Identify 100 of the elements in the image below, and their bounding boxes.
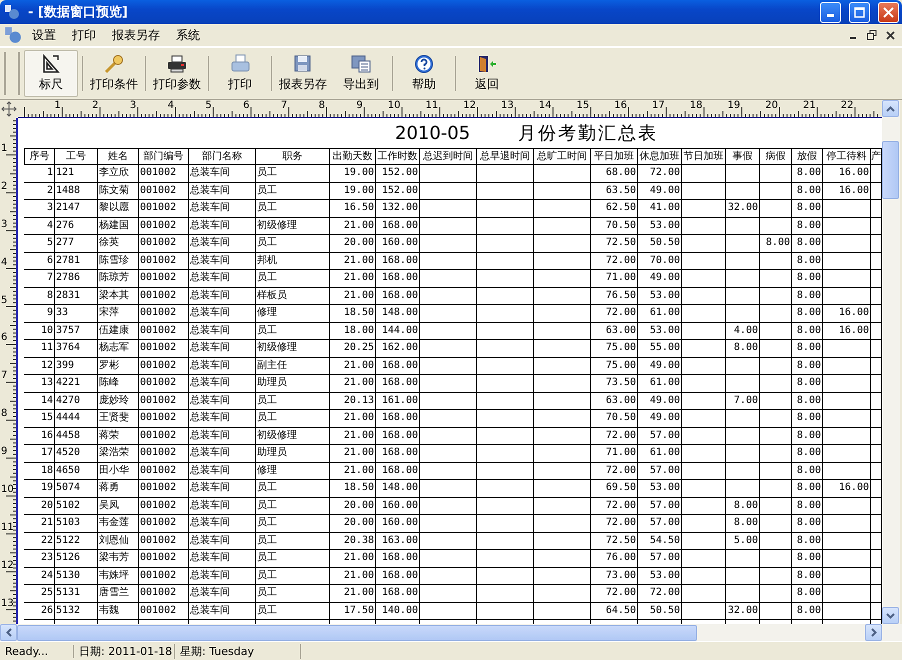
table-cell: 5103 <box>55 515 98 532</box>
table-cell <box>534 568 591 585</box>
ruler-number: 8 <box>1 409 8 420</box>
table-cell <box>760 305 792 322</box>
table-cell <box>760 358 792 375</box>
table-cell <box>823 270 871 288</box>
menu-item[interactable]: 打印 <box>66 24 102 46</box>
scrollbar-thumb[interactable] <box>882 141 899 199</box>
toolbar-button[interactable]: 报表另存 <box>276 50 330 97</box>
table-cell: 001002 <box>139 235 189 252</box>
scroll-right-button[interactable] <box>865 624 882 641</box>
table-cell: 15 <box>24 410 55 428</box>
table-cell <box>682 288 726 305</box>
table-cell: 8.00 <box>792 568 823 585</box>
table-cell: 72.00 <box>638 165 682 182</box>
table-cell <box>871 200 882 218</box>
table-cell: 李立欣 <box>98 165 139 182</box>
table-cell: 8.00 <box>792 182 823 200</box>
scrollbar-thumb[interactable] <box>17 624 697 640</box>
ruler-number: 20 <box>765 101 778 111</box>
table-cell: 001002 <box>139 270 189 288</box>
table-cell: 160.00 <box>376 498 420 515</box>
table-cell: 18.50 <box>330 305 376 322</box>
toolbar-button[interactable]: 返回 <box>460 50 514 97</box>
table-cell <box>760 375 792 392</box>
close-button[interactable] <box>878 2 899 22</box>
scroll-up-button[interactable] <box>882 100 899 117</box>
table-cell: 总装车间 <box>189 550 256 568</box>
table-cell <box>534 182 591 200</box>
column-header: 病假 <box>760 149 792 165</box>
minimize-button[interactable] <box>820 2 841 22</box>
table-cell: 总装车间 <box>189 322 256 340</box>
table-cell: 8.00 <box>792 585 823 602</box>
table-cell: 副主任 <box>256 358 330 375</box>
window-title: - [数据窗口预览] <box>28 4 129 21</box>
table-cell <box>534 200 591 218</box>
table-cell <box>534 515 591 532</box>
table-cell: 员工 <box>256 322 330 340</box>
table-cell <box>682 480 726 498</box>
table-cell <box>420 602 477 620</box>
table-cell <box>477 375 534 392</box>
menu-item[interactable]: 报表另存 <box>106 24 166 46</box>
table-cell <box>477 515 534 532</box>
table-cell: 总装车间 <box>189 270 256 288</box>
scroll-left-button[interactable] <box>0 624 17 641</box>
table-cell: 001002 <box>139 182 189 200</box>
table-cell: 152.00 <box>376 182 420 200</box>
table-cell <box>477 358 534 375</box>
caret-left-icon <box>6 628 12 637</box>
table-cell <box>477 200 534 218</box>
toolbar-button[interactable]: 打印条件 <box>87 50 141 97</box>
table-cell: 修理 <box>256 305 330 322</box>
table-cell: 57.00 <box>638 498 682 515</box>
table-cell <box>760 498 792 515</box>
maximize-button[interactable] <box>849 2 870 22</box>
toolbar-button[interactable]: 帮助 <box>397 50 451 97</box>
table-cell: 2 <box>24 182 55 200</box>
table-cell: 001002 <box>139 585 189 602</box>
ruler-number: 12 <box>463 101 476 111</box>
table-cell <box>726 375 760 392</box>
table-cell: 61.00 <box>638 375 682 392</box>
table-cell <box>760 270 792 288</box>
toolbar-grip[interactable] <box>4 52 20 95</box>
table-cell: 初级修理 <box>256 218 330 235</box>
table-cell <box>477 532 534 550</box>
table-cell: 13 <box>24 375 55 392</box>
scroll-down-button[interactable] <box>882 607 899 624</box>
table-cell <box>823 515 871 532</box>
toolbar-button[interactable]: 导出到 <box>334 50 388 97</box>
table-cell: 员工 <box>256 200 330 218</box>
menu-item[interactable]: 系统 <box>170 24 206 46</box>
table-cell: 168.00 <box>376 270 420 288</box>
table-cell: 168.00 <box>376 428 420 445</box>
column-header: 部门编号 <box>139 149 189 165</box>
table-cell: 员工 <box>256 568 330 585</box>
toolbar-button[interactable]: 打印参数 <box>150 50 204 97</box>
menu-item[interactable]: 设置 <box>26 24 62 46</box>
table-cell: 刘恩仙 <box>98 532 139 550</box>
table-cell: 助理员 <box>256 375 330 392</box>
table-cell: 001002 <box>139 305 189 322</box>
table-cell: 黎以愿 <box>98 200 139 218</box>
table-cell: 8.00 <box>792 602 823 620</box>
table-cell <box>420 235 477 252</box>
table-cell <box>726 288 760 305</box>
table-cell <box>760 392 792 410</box>
toolbar-button[interactable]: 标尺 <box>24 50 78 97</box>
table-cell <box>871 392 882 410</box>
table-cell: 168.00 <box>376 410 420 428</box>
table-cell: 徐英 <box>98 235 139 252</box>
toolbar-button[interactable]: 打印 <box>213 50 267 97</box>
table-cell: 19.00 <box>330 182 376 200</box>
table-cell: 8.00 <box>792 218 823 235</box>
table-cell: 001002 <box>139 340 189 358</box>
table-cell <box>682 235 726 252</box>
table-cell: 梁韦芳 <box>98 550 139 568</box>
table-cell <box>420 252 477 270</box>
table-cell: 2781 <box>55 252 98 270</box>
table-cell: 韦金莲 <box>98 515 139 532</box>
table-cell: 总装车间 <box>189 462 256 480</box>
table-cell <box>871 550 882 568</box>
